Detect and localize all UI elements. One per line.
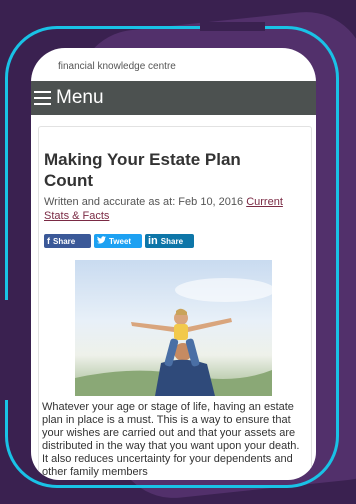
linkedin-share-button[interactable]: in Share [145,234,194,248]
tweet-button[interactable]: Tweet [94,234,142,248]
phone-screen: financial knowledge centre Menu Making Y… [31,48,316,480]
share-buttons: f Share Tweet in Share [44,234,197,248]
hero-image [75,260,272,396]
menu-label[interactable]: Menu [56,87,104,109]
twitter-icon [97,236,106,246]
site-title: financial knowledge centre [58,61,176,72]
menu-bar[interactable]: Menu [31,81,316,115]
article-meta: Written and accurate as at: Feb 10, 2016… [44,195,306,223]
article-body: Whatever your age or stage of life, havi… [42,401,300,478]
article-title: Making Your Estate Plan Count [44,150,241,190]
hamburger-icon[interactable] [34,91,51,105]
facebook-icon: f [47,236,50,246]
linkedin-icon: in [148,235,158,247]
facebook-share-button[interactable]: f Share [44,234,91,248]
meta-date: Written and accurate as at: Feb 10, 2016 [44,196,244,208]
